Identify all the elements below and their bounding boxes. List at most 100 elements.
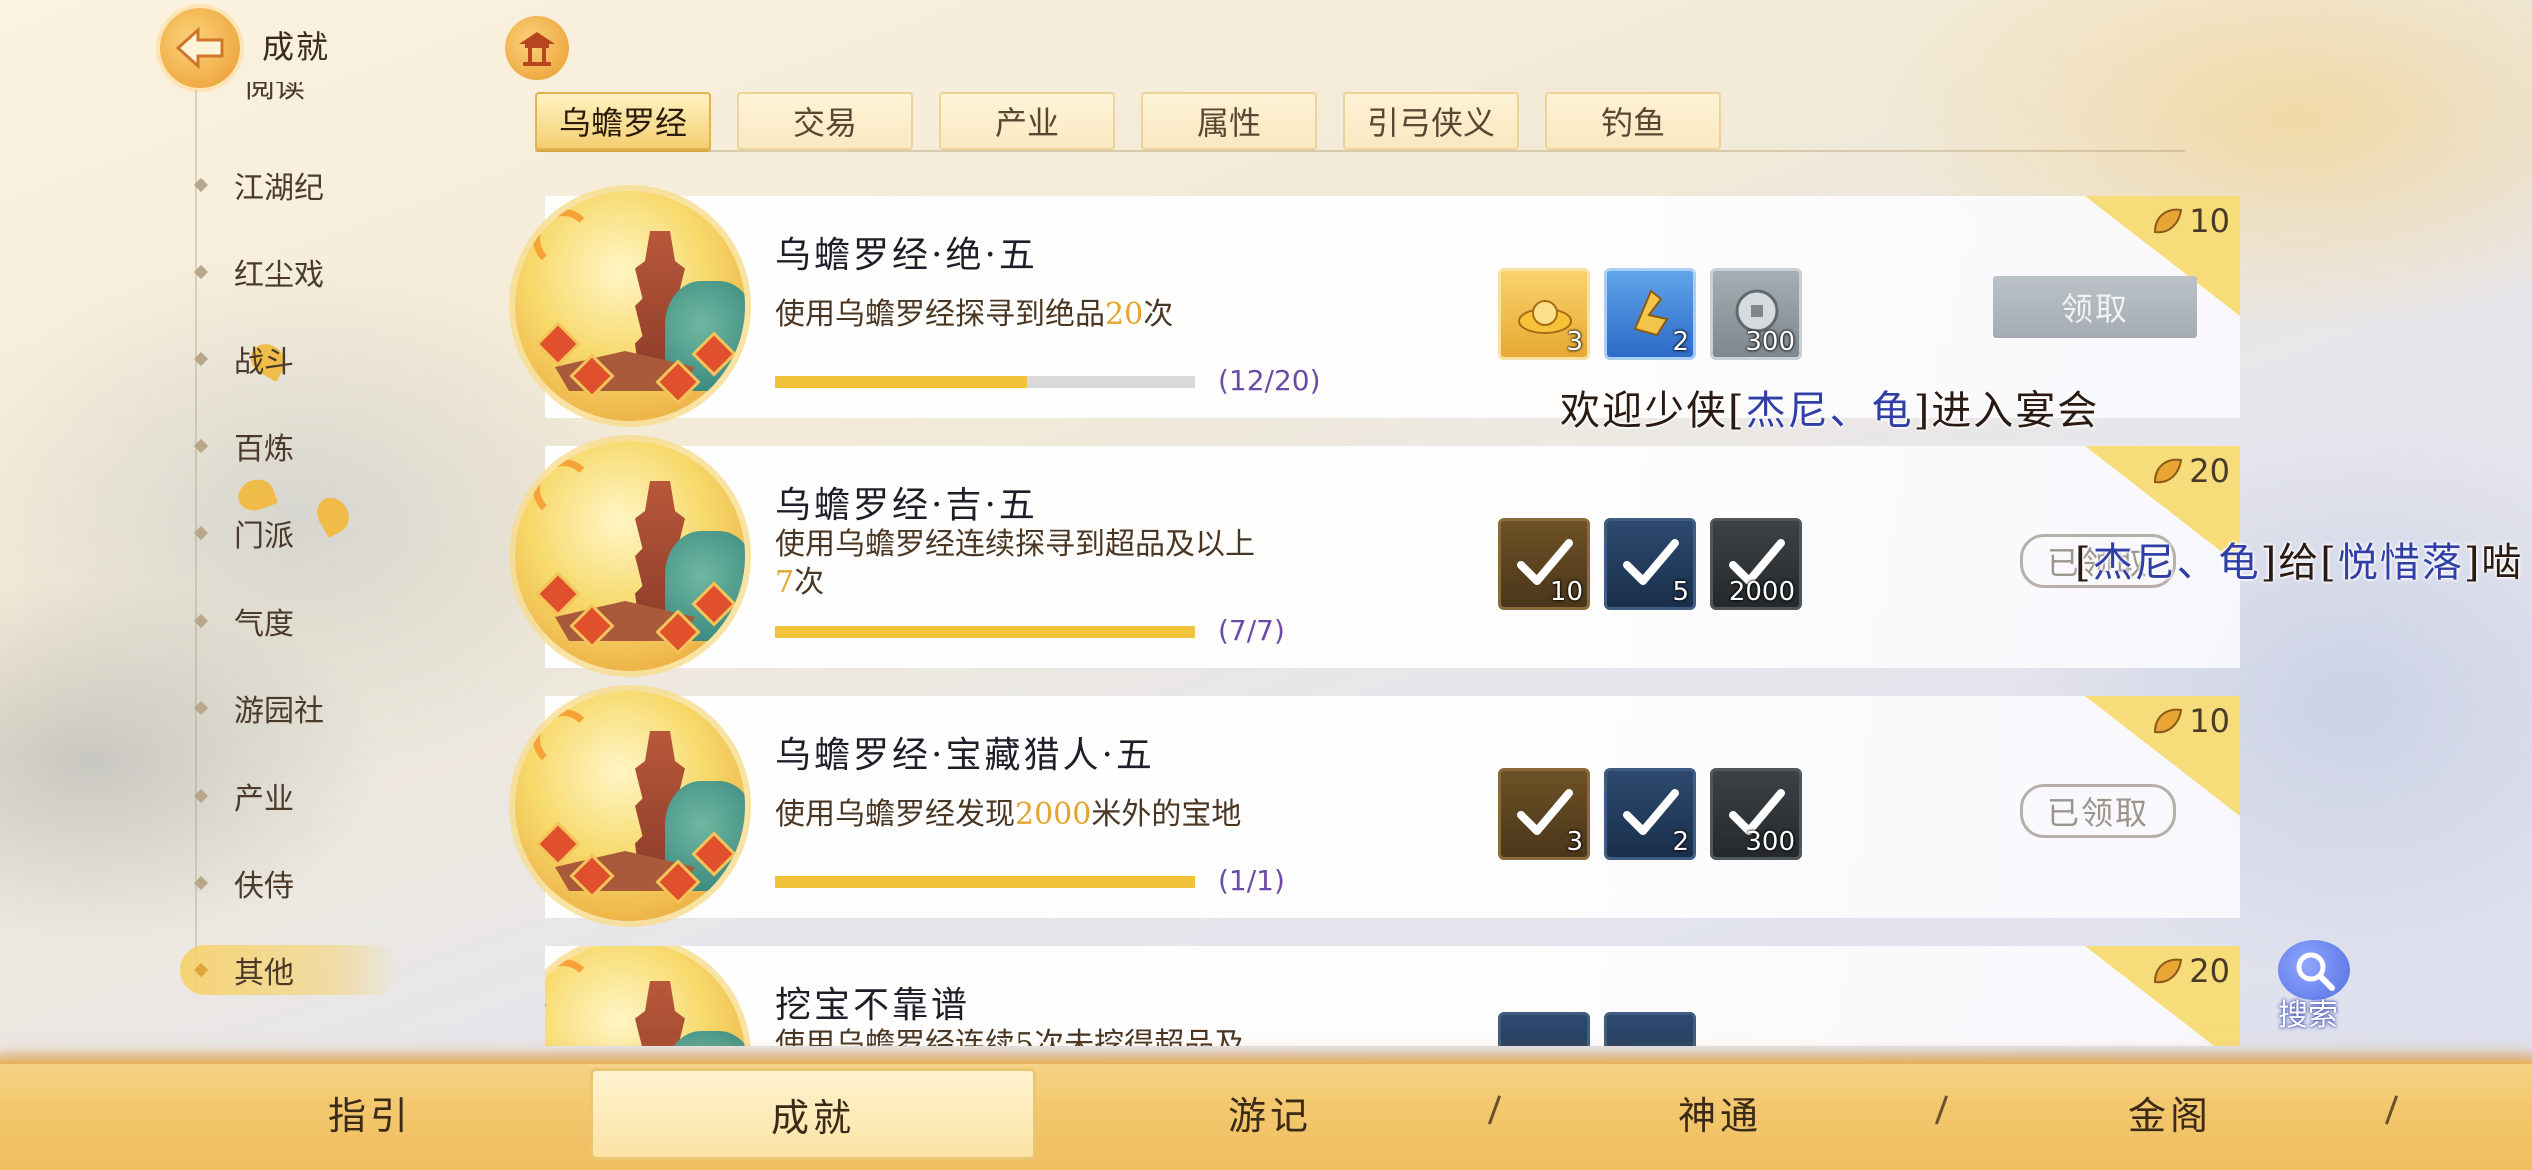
tab-yingong-xiayi[interactable]: 引弓侠义 [1343, 92, 1519, 150]
back-button[interactable] [160, 8, 240, 88]
achievement-description: 使用乌蟾罗经连续5次未挖得超品及 [775, 1027, 1245, 1046]
achievement-medal [515, 691, 745, 921]
achievement-description: 使用乌蟾罗经连续探寻到超品及以上 7次 [775, 527, 1255, 600]
sidebar-item-qita[interactable]: 其他 [180, 945, 400, 995]
reward-item[interactable]: 300 [1710, 768, 1802, 860]
points-leaf-icon [2154, 958, 2183, 984]
reward-item[interactable]: 5 [1604, 518, 1696, 610]
reward-item[interactable]: 2 [1604, 268, 1696, 360]
achievement-description: 使用乌蟾罗经探寻到绝品20次 [775, 297, 1174, 332]
search-label: 搜索 [2278, 998, 2338, 1033]
sidebar-item-youyuanshe[interactable]: 游园社 [193, 683, 380, 733]
progress-fill [775, 376, 1027, 388]
claimed-stamp: 已领取 [2020, 784, 2176, 838]
progress-text: (1/1) [1218, 864, 1285, 897]
reward-item[interactable]: 3 [1498, 268, 1590, 360]
sidebar-item-label: 气度 [234, 607, 294, 642]
points-value: 10 [2189, 202, 2230, 240]
achievement-card: 10 乌蟾罗经·宝藏猎人·五 使用乌蟾罗经发现2000米外的宝地 (1/1) 3… [515, 691, 2240, 921]
tab-underline [535, 150, 2185, 152]
event-message: 欢迎少侠[杰尼、龟]进入宴会 [1560, 388, 2100, 434]
tab-jiaoyi[interactable]: 交易 [737, 92, 913, 150]
progress-fill [775, 626, 1195, 638]
achievement-points: 20 [2151, 952, 2230, 990]
reward-item[interactable]: 2 [1604, 768, 1696, 860]
achievement-card: 20 乌蟾罗经·吉·五 使用乌蟾罗经连续探寻到超品及以上 7次 (7/7) 10 … [515, 441, 2240, 671]
sidebar-item-label: 产业 [234, 782, 294, 817]
nav-jinge[interactable]: 金阁 [1950, 1062, 2390, 1162]
sidebar-item-fushi[interactable]: 伕侍 [193, 858, 380, 908]
page-title: 成就 [262, 28, 331, 66]
achievement-points: 20 [2151, 452, 2230, 490]
sidebar-item-menpai[interactable]: 门派 [193, 508, 380, 558]
progress-text: (12/20) [1218, 364, 1321, 397]
points-leaf-icon [2154, 208, 2183, 234]
pavilion-icon [519, 32, 555, 66]
reward-item[interactable]: 3 [1498, 768, 1590, 860]
diamond-bullet-icon [193, 962, 209, 978]
achievement-title: 乌蟾罗经·吉·五 [775, 485, 1038, 526]
progress-bar [775, 876, 1195, 888]
sidebar-item-label: 游园社 [234, 694, 324, 729]
sidebar-item-chanye[interactable]: 产业 [193, 771, 380, 821]
tab-wuchan-luojing[interactable]: 乌蟾罗经 [535, 92, 711, 150]
sidebar-item-bailian[interactable]: 百炼 [193, 421, 380, 471]
reward-quantity: 300 [1745, 827, 1795, 857]
sidebar-item-label: 其他 [234, 956, 294, 991]
sidebar-item-hongchenxi[interactable]: 红尘戏 [193, 247, 380, 297]
points-value: 10 [2189, 702, 2230, 740]
achievement-medal [515, 441, 745, 671]
reward-quantity: 2 [1672, 327, 1689, 357]
search-icon [2296, 952, 2335, 991]
reward-quantity: 3 [1566, 827, 1583, 857]
sidebar-item-label: 战斗 [234, 345, 294, 380]
reward-item[interactable]: 10 [1498, 518, 1590, 610]
gift-message: [杰尼、龟]给[悦惜落]啮 [2075, 540, 2524, 586]
reward-quantity: 10 [1549, 577, 1583, 607]
reward-quantity: 300 [1745, 327, 1795, 357]
sidebar-item-label: 百炼 [234, 432, 294, 467]
reward-item[interactable]: 300 [1710, 268, 1802, 360]
achievement-card: 20 挖宝不靠谱 使用乌蟾罗经连续5次未挖得超品及 [545, 946, 2240, 1046]
achievement-title: 乌蟾罗经·宝藏猎人·五 [775, 735, 1155, 776]
points-value: 20 [2189, 452, 2230, 490]
tab-shuxing[interactable]: 属性 [1141, 92, 1317, 150]
achievement-medal [545, 946, 745, 1046]
reward-item[interactable]: 2000 [1710, 518, 1802, 610]
sidebar-item-label: 红尘戏 [234, 258, 324, 293]
points-leaf-icon [2154, 708, 2183, 734]
reward-item[interactable] [1604, 1012, 1696, 1046]
reward-quantity: 3 [1566, 327, 1583, 357]
tab-diaoyu[interactable]: 钓鱼 [1545, 92, 1721, 150]
achievement-description: 使用乌蟾罗经发现2000米外的宝地 [775, 797, 1242, 832]
nav-youji[interactable]: 游记 [1050, 1062, 1490, 1162]
progress-text: (7/7) [1218, 614, 1285, 647]
home-button[interactable] [505, 16, 569, 80]
tab-chanye[interactable]: 产业 [939, 92, 1115, 150]
progress-bar [775, 626, 1195, 638]
sidebar-item-label: 门派 [234, 519, 294, 554]
nav-zhiyin[interactable]: 指引 [150, 1062, 590, 1162]
sidebar-item-jianghuji[interactable]: 江湖纪 [193, 160, 380, 210]
achievement-points: 10 [2151, 202, 2230, 240]
points-value: 20 [2189, 952, 2230, 990]
achievement-medal [515, 191, 745, 421]
progress-bar [775, 376, 1195, 388]
reward-quantity: 2 [1672, 827, 1689, 857]
sidebar-divider [195, 90, 197, 990]
claim-button[interactable]: 领取 [1993, 276, 2197, 338]
reward-item[interactable] [1498, 1012, 1590, 1046]
sidebar-item-partial[interactable]: 阅读 [245, 82, 305, 112]
progress-fill [775, 876, 1195, 888]
sidebar-item-label: 江湖纪 [234, 171, 324, 206]
nav-shentong[interactable]: 神通 [1500, 1062, 1940, 1162]
reward-quantity: 2000 [1728, 577, 1795, 607]
nav-chengjiu[interactable]: 成就 [590, 1068, 1036, 1160]
points-leaf-icon [2154, 458, 2183, 484]
sidebar-item-qidu[interactable]: 气度 [193, 596, 380, 646]
sidebar-item-zhandou[interactable]: 战斗 [193, 334, 380, 384]
achievement-title: 挖宝不靠谱 [775, 985, 971, 1026]
achievement-points: 10 [2151, 702, 2230, 740]
back-arrow-icon [175, 26, 224, 70]
achievement-title: 乌蟾罗经·绝·五 [775, 235, 1038, 276]
